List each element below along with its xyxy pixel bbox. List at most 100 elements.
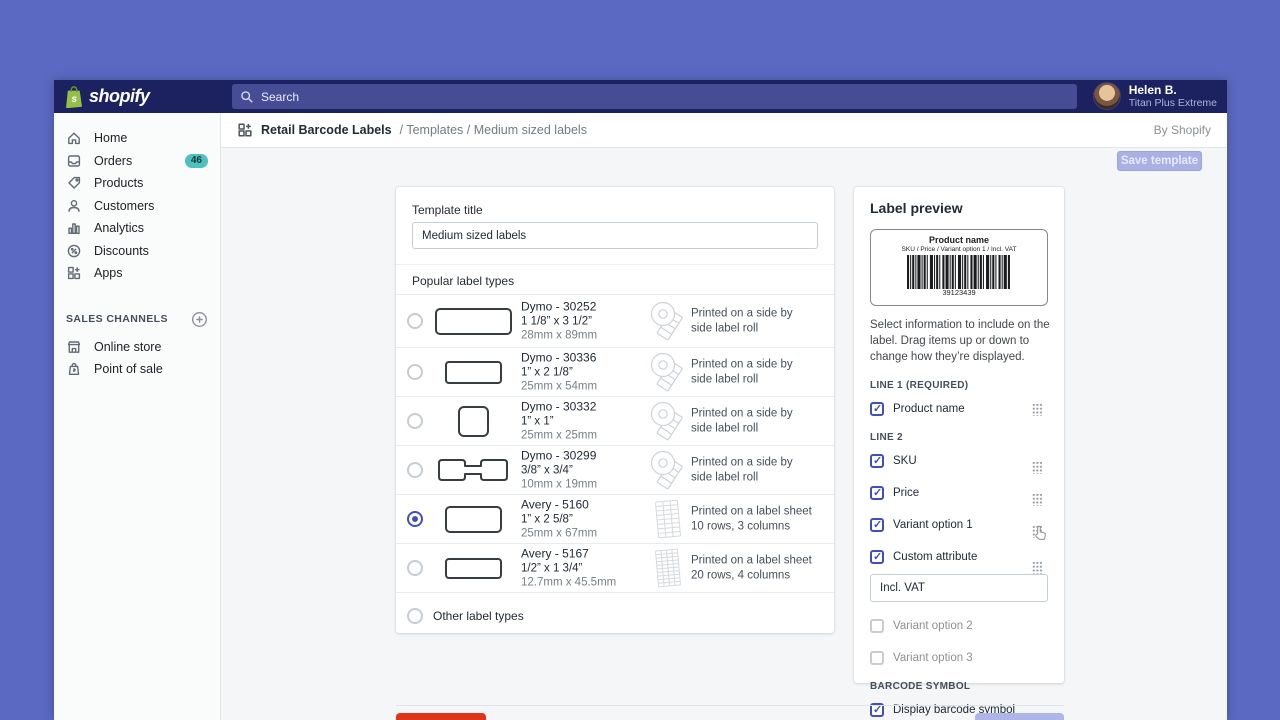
radio-button[interactable] xyxy=(407,560,423,576)
label-size-imperial: 1” x 1” xyxy=(521,414,649,429)
page-content: Save template Template title Popular lab… xyxy=(221,148,1227,720)
avatar xyxy=(1093,82,1121,110)
home-icon xyxy=(66,130,82,146)
item-row-variant-option-1: Variant option 1 xyxy=(870,517,1048,533)
orders-count-badge: 46 xyxy=(185,154,208,168)
checkbox-variant-option-1[interactable] xyxy=(870,518,884,532)
breadcrumb-app-name[interactable]: Retail Barcode Labels xyxy=(261,123,392,137)
radio-button[interactable] xyxy=(407,413,423,429)
save-template-bottom-button[interactable] xyxy=(975,713,1064,720)
sidebar-item-home[interactable]: Home xyxy=(54,127,220,150)
label-shape-preview xyxy=(445,558,502,579)
label-type-name: Avery - 5167 xyxy=(521,546,649,561)
sidebar-item-label: Customers xyxy=(94,199,154,213)
label-size-metric: 25mm x 25mm xyxy=(521,428,649,443)
sidebar-item-label: Apps xyxy=(94,266,123,280)
radio-button[interactable] xyxy=(407,364,423,380)
label-type-row-dymo-30299[interactable]: Dymo - 30299 3/8” x 3/4” 10mm x 19mm Pri… xyxy=(396,445,834,494)
app-grid-icon xyxy=(237,122,253,138)
checkbox-label: SKU xyxy=(893,455,917,467)
sidebar-item-analytics[interactable]: Analytics xyxy=(54,217,220,240)
label-preview-card: Label preview Product name SKU / Price /… xyxy=(854,187,1064,683)
search-icon xyxy=(240,90,254,104)
user-store: Titan Plus Extreme xyxy=(1129,97,1217,109)
sidebar-item-label: Point of sale xyxy=(94,362,163,376)
checkbox-custom-attribute[interactable] xyxy=(870,550,884,564)
template-title-input[interactable] xyxy=(412,222,818,249)
label-size-imperial: 1” x 2 5/8” xyxy=(521,512,649,527)
sidebar-item-point-of-sale[interactable]: Point of sale xyxy=(54,358,220,381)
breadcrumb: Retail Barcode Labels / Templates / Medi… xyxy=(221,113,1227,148)
shopify-bag-icon: s xyxy=(64,85,84,108)
label-type-row-dymo-30252[interactable]: Dymo - 30252 1 1/8” x 3 1/2” 28mm x 89mm… xyxy=(396,294,834,347)
drag-handle[interactable] xyxy=(1032,561,1042,574)
checkbox-label: Custom attribute xyxy=(893,551,977,563)
item-row-price: Price xyxy=(870,485,1048,501)
label-shape-preview xyxy=(435,308,512,335)
template-settings-card: Template title Popular label types Dymo … xyxy=(396,187,834,633)
delete-template-button[interactable] xyxy=(396,713,486,720)
drag-handle[interactable] xyxy=(1032,493,1042,506)
person-icon xyxy=(66,198,82,214)
label-type-name: Dymo - 30299 xyxy=(521,448,649,463)
sidebar-item-discounts[interactable]: Discounts xyxy=(54,240,220,263)
print-description: Printed on a label sheet xyxy=(691,505,826,520)
preview-product-name: Product name xyxy=(871,235,1047,245)
label-preview-mockup: Product name SKU / Price / Variant optio… xyxy=(870,229,1048,306)
sidebar-item-products[interactable]: Products xyxy=(54,172,220,195)
label-type-name: Dymo - 30336 xyxy=(521,350,649,365)
storefront-icon xyxy=(66,339,82,355)
print-description: Printed on a side by xyxy=(691,358,826,373)
popular-label-types-heading: Popular label types xyxy=(396,265,834,294)
label-type-name: Dymo - 30332 xyxy=(521,399,649,414)
radio-button[interactable] xyxy=(407,608,423,624)
label-roll-icon xyxy=(646,299,690,343)
radio-button[interactable] xyxy=(407,462,423,478)
sidebar-item-label: Products xyxy=(94,176,143,190)
label-type-row-avery-5160[interactable]: Avery - 5160 1” x 2 5/8” 25mm x 67mm Pri… xyxy=(396,494,834,543)
checkbox-product-name[interactable] xyxy=(870,402,884,416)
label-size-metric: 25mm x 54mm xyxy=(521,379,649,394)
label-type-row-other[interactable]: Other label types xyxy=(396,592,834,638)
add-channel-icon[interactable] xyxy=(191,311,208,328)
barcode-symbol-heading: BARCODE SYMBOL xyxy=(870,681,1048,692)
checkbox-label: Variant option 3 xyxy=(893,652,973,664)
user-menu[interactable]: Helen B. Titan Plus Extreme xyxy=(1093,82,1217,110)
label-size-metric: 10mm x 19mm xyxy=(521,477,649,492)
checkbox-price[interactable] xyxy=(870,486,884,500)
label-type-row-avery-5167[interactable]: Avery - 5167 1/2” x 1 3/4” 12.7mm x 45.5… xyxy=(396,543,834,592)
sidebar-item-orders[interactable]: Orders 46 xyxy=(54,150,220,173)
label-size-imperial: 1” x 2 1/8” xyxy=(521,365,649,380)
shopify-wordmark: shopify xyxy=(89,86,150,107)
search-input[interactable]: Search xyxy=(232,84,1077,109)
sidebar-item-apps[interactable]: Apps xyxy=(54,262,220,285)
sidebar-item-customers[interactable]: Customers xyxy=(54,195,220,218)
label-roll-icon xyxy=(646,350,690,394)
radio-button[interactable] xyxy=(407,511,423,527)
label-size-metric: 25mm x 67mm xyxy=(521,526,649,541)
print-description: 10 rows, 3 columns xyxy=(691,519,826,534)
apps-icon xyxy=(66,265,82,281)
drag-handle[interactable] xyxy=(1032,403,1042,416)
checkbox-variant-option-2[interactable] xyxy=(870,619,884,633)
sidebar-item-online-store[interactable]: Online store xyxy=(54,336,220,359)
label-type-row-dymo-30332[interactable]: Dymo - 30332 1” x 1” 25mm x 25mm Printed… xyxy=(396,396,834,445)
checkbox-variant-option-3[interactable] xyxy=(870,651,884,665)
print-description: side label roll xyxy=(691,421,826,436)
custom-attribute-input[interactable] xyxy=(870,574,1048,602)
label-type-row-dymo-30336[interactable]: Dymo - 30336 1” x 2 1/8” 25mm x 54mm Pri… xyxy=(396,347,834,396)
label-shape-preview xyxy=(445,506,502,533)
checkbox-label: Variant option 2 xyxy=(893,620,973,632)
item-row-custom-attribute: Custom attribute xyxy=(870,549,1048,565)
item-row-variant-option-2: Variant option 2 xyxy=(870,618,1048,634)
footer-divider xyxy=(396,705,1064,706)
barcode-image xyxy=(907,255,1011,289)
shopify-logo[interactable]: s shopify xyxy=(54,85,221,108)
radio-button[interactable] xyxy=(407,313,423,329)
checkbox-sku[interactable] xyxy=(870,454,884,468)
drag-handle[interactable] xyxy=(1032,461,1042,474)
sidebar: Home Orders 46 Products Customers Analyt… xyxy=(54,113,221,720)
save-template-button[interactable]: Save template xyxy=(1117,151,1202,171)
print-description: 20 rows, 4 columns xyxy=(691,568,826,583)
item-row-variant-option-3: Variant option 3 xyxy=(870,650,1048,666)
